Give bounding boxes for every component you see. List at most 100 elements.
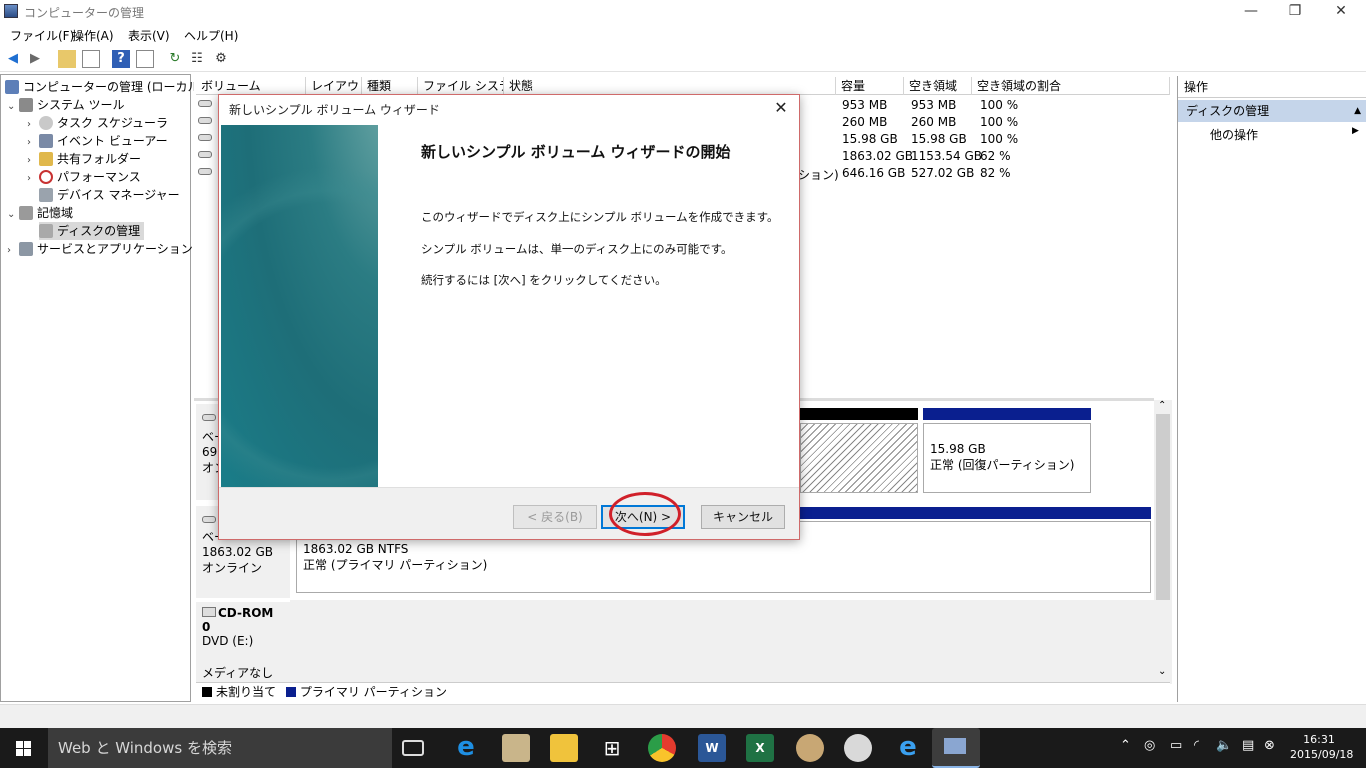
column-type[interactable]: 種類 <box>362 77 418 95</box>
task-view-icon[interactable] <box>402 740 424 756</box>
scroll-down-icon[interactable]: ⌄ <box>1158 666 1166 677</box>
row-2-percent: 100 % <box>980 115 1019 129</box>
column-layout[interactable]: レイアウト <box>306 77 362 95</box>
column-filesystem[interactable]: ファイル システム <box>418 77 504 95</box>
actions-more[interactable]: 他の操作 <box>1210 126 1258 143</box>
status-bar <box>0 704 1366 728</box>
row-2-free: 260 MB <box>911 115 957 129</box>
recovery-partition[interactable]: 15.98 GB 正常 (回復パーティション) <box>923 423 1091 493</box>
volume-muted-icon[interactable]: 🔈 <box>1216 738 1232 753</box>
row-3-capacity: 15.98 GB <box>842 132 898 146</box>
tree-item-device-manager[interactable]: デバイス マネージャー <box>39 186 180 204</box>
event-viewer-icon <box>39 134 53 148</box>
menu-view[interactable]: 表示(V) <box>128 27 170 44</box>
tree-item-services-apps[interactable]: › サービスとアプリケーション <box>7 240 193 258</box>
word-icon[interactable]: W <box>698 734 726 762</box>
chevron-down-icon[interactable]: ⌄ <box>7 206 19 224</box>
dialog-close-icon[interactable]: ✕ <box>771 98 791 118</box>
edge-icon[interactable]: e <box>452 734 480 762</box>
computer-management-taskbar-button[interactable] <box>932 728 980 768</box>
column-capacity[interactable]: 容量 <box>836 77 904 95</box>
properties-icon[interactable]: ☷ <box>188 50 206 68</box>
wizard-text-1: このウィザードでディスク上にシンプル ボリュームを作成できます。 <box>421 210 779 224</box>
device-manager-icon <box>39 188 53 202</box>
internet-explorer-icon[interactable]: e <box>894 734 922 762</box>
primary-swatch <box>285 687 296 697</box>
primary-partition-state: 正常 (プライマリ パーティション) <box>303 558 488 572</box>
start-button[interactable] <box>0 728 48 768</box>
primary-partition-size: 1863.02 GB NTFS <box>303 542 409 556</box>
taskbar-search[interactable]: Web と Windows を検索 <box>48 728 392 768</box>
column-free-space[interactable]: 空き領域 <box>904 77 972 95</box>
scroll-thumb[interactable] <box>1156 414 1170 600</box>
notifications-icon[interactable]: ▤ <box>1242 738 1254 753</box>
show-action-pane-icon[interactable] <box>136 50 154 68</box>
menu-file[interactable]: ファイル(F) <box>10 27 74 44</box>
performance-icon <box>39 170 53 184</box>
scroll-up-icon[interactable]: ⌃ <box>1158 400 1166 411</box>
chevron-right-icon[interactable]: › <box>7 242 19 260</box>
chevron-right-icon[interactable]: › <box>27 170 39 188</box>
help-icon[interactable]: ? <box>112 50 130 68</box>
tree-item-storage[interactable]: ⌄ 記憶域 <box>7 204 73 222</box>
cdrom-icon <box>202 607 216 617</box>
cancel-circle-icon[interactable]: ⊗ <box>1264 738 1275 753</box>
tree-item-event-viewer[interactable]: › イベント ビューアー <box>27 132 168 150</box>
app-icon[interactable] <box>844 734 872 762</box>
submenu-arrow-icon[interactable]: ▶ <box>1352 126 1359 136</box>
actions-header: 操作 <box>1178 76 1366 98</box>
excel-icon[interactable]: X <box>746 734 774 762</box>
collapse-up-icon[interactable]: ▲ <box>1354 100 1361 122</box>
clock[interactable]: 16:31 2015/09/18 <box>1290 732 1353 762</box>
row-4-free: 1153.54 GB <box>911 149 982 163</box>
column-volume[interactable]: ボリューム <box>196 77 306 95</box>
title-bar: コンピューターの管理 — ❐ ✕ <box>0 0 1366 24</box>
file-explorer-icon[interactable] <box>550 734 578 762</box>
tree-item-performance[interactable]: › パフォーマンス <box>27 168 141 186</box>
tree-item-task-scheduler[interactable]: › タスク スケジューラ <box>27 114 168 132</box>
wizard-banner-image <box>221 125 378 487</box>
cdrom-label[interactable]: CD-ROM 0 DVD (E:) メディアなし <box>196 602 290 682</box>
back-arrow-icon[interactable]: ◀ <box>4 50 22 68</box>
row-2-capacity: 260 MB <box>842 115 888 129</box>
chevron-up-icon[interactable]: ⌃ <box>1120 738 1131 753</box>
column-free-percent[interactable]: 空き領域の割合 <box>972 77 1170 95</box>
row-5-free: 527.02 GB <box>911 166 975 180</box>
store-icon[interactable]: ⊞ <box>598 734 626 762</box>
menu-action[interactable]: 操作(A) <box>72 27 114 44</box>
up-folder-icon[interactable] <box>58 50 76 68</box>
chrome-icon[interactable] <box>648 734 676 762</box>
unallocated-partition[interactable] <box>800 423 918 493</box>
minimize-button[interactable]: — <box>1228 0 1274 24</box>
console-tree: コンピューターの管理 (ローカル) ⌄ システム ツール › タスク スケジューラ … <box>0 74 204 702</box>
show-hide-tree-icon[interactable] <box>82 50 100 68</box>
actions-section-disk-management[interactable]: ディスクの管理 ▲ <box>1178 100 1366 122</box>
row-4-percent: 62 % <box>980 149 1011 163</box>
column-status[interactable]: 状態 <box>504 77 836 95</box>
back-button[interactable]: < 戻る(B) <box>513 505 597 529</box>
forward-arrow-icon[interactable]: ▶ <box>26 50 44 68</box>
close-window-button[interactable]: ✕ <box>1318 0 1364 24</box>
tree-root[interactable]: コンピューターの管理 (ローカル) <box>5 78 204 96</box>
wizard-heading: 新しいシンプル ボリューム ウィザードの開始 <box>421 143 731 161</box>
wizard-text-2: シンプル ボリュームは、単一のディスク上にのみ可能です。 <box>421 242 733 256</box>
computer-management-icon <box>4 4 18 18</box>
chevron-down-icon[interactable]: ⌄ <box>7 98 19 116</box>
app-icon[interactable] <box>502 734 530 762</box>
wifi-icon[interactable]: ◜ <box>1194 738 1199 753</box>
restore-button[interactable]: ❐ <box>1272 0 1318 24</box>
disk-management-icon <box>39 224 53 238</box>
paint-icon[interactable] <box>796 734 824 762</box>
refresh-icon[interactable]: ↻ <box>166 50 184 68</box>
row-4-capacity: 1863.02 GB <box>842 149 913 163</box>
tree-item-shared-folders[interactable]: › 共有フォルダー <box>27 150 141 168</box>
battery-icon[interactable]: ▭ <box>1170 738 1182 753</box>
settings-icon[interactable]: ⚙ <box>212 50 230 68</box>
cancel-button[interactable]: キャンセル <box>701 505 785 529</box>
tree-item-disk-management[interactable]: ディスクの管理 <box>39 222 145 240</box>
network-icon[interactable]: ◎ <box>1144 738 1155 753</box>
volume-list-header: ボリューム レイアウト 種類 ファイル システム 状態 容量 空き領域 空き領域… <box>196 77 1170 95</box>
tree-item-system-tools[interactable]: ⌄ システム ツール <box>7 96 124 114</box>
menu-help[interactable]: ヘルプ(H) <box>184 27 238 44</box>
graph-scrollbar[interactable]: ⌃ ⌄ <box>1154 400 1172 684</box>
